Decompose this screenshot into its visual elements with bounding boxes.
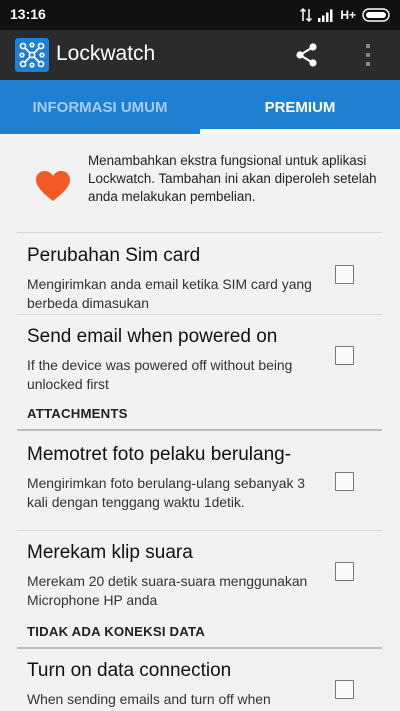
tab-premium[interactable]: PREMIUM — [200, 80, 400, 134]
pref-title: Send email when powered on — [27, 326, 278, 347]
pref-summary: When sending emails and turn off when — [27, 691, 271, 707]
pref-sim-change[interactable]: Perubahan Sim card Mengirimkan anda emai… — [0, 245, 400, 313]
pref-record-audio-checkbox[interactable] — [335, 562, 354, 581]
preference-list[interactable]: Menambahkan ekstra fungsional untuk apli… — [0, 134, 400, 711]
app-title: Lockwatch — [56, 42, 156, 65]
tab-informasi-umum[interactable]: INFORMASI UMUM — [0, 80, 200, 134]
overflow-menu-button[interactable] — [360, 41, 376, 69]
section-header-attachments: ATTACHMENTS — [27, 406, 128, 421]
pref-summary: Mengirimkan foto berulang-ulang sebanyak… — [27, 475, 305, 510]
divider — [17, 530, 382, 531]
pref-title: Memotret foto pelaku berulang- — [27, 444, 292, 465]
section-divider — [17, 429, 382, 431]
lockwatch-app-icon — [15, 38, 49, 72]
overflow-menu-icon — [366, 44, 370, 66]
pref-summary: Merekam 20 detik suara-suara menggunakan… — [27, 573, 308, 608]
data-arrows-icon — [300, 8, 313, 22]
pref-summary: If the device was powered off without be… — [27, 357, 293, 392]
heart-icon — [36, 171, 70, 201]
battery-icon — [362, 8, 390, 22]
pref-title: Turn on data connection — [27, 660, 232, 681]
pref-title: Merekam klip suara — [27, 542, 193, 563]
pref-turn-on-data[interactable]: Turn on data connection When sending ema… — [0, 660, 400, 711]
status-time: 13:16 — [10, 6, 46, 22]
tab-label: INFORMASI UMUM — [32, 98, 168, 116]
divider — [17, 314, 382, 315]
tab-label: PREMIUM — [264, 98, 336, 116]
share-icon — [296, 43, 317, 67]
pref-powered-on-email-checkbox[interactable] — [335, 346, 354, 365]
pref-powered-on-email[interactable]: Send email when powered on If the device… — [0, 326, 400, 394]
pref-title: Perubahan Sim card — [27, 245, 201, 266]
pref-sim-change-checkbox[interactable] — [335, 265, 354, 284]
pref-summary: Mengirimkan anda email ketika SIM card y… — [27, 276, 312, 311]
pref-record-audio[interactable]: Merekam klip suara Merekam 20 detik suar… — [0, 542, 400, 610]
section-header-no-data-connection: TIDAK ADA KONEKSI DATA — [27, 624, 206, 639]
signal-icon — [318, 9, 333, 22]
pref-repeat-photo[interactable]: Memotret foto pelaku berulang- Mengirimk… — [0, 444, 400, 528]
section-divider — [17, 647, 382, 649]
app-bar: Lockwatch — [0, 30, 400, 80]
divider — [17, 232, 382, 233]
share-button[interactable] — [294, 42, 320, 68]
premium-intro-text: Menambahkan ekstra fungsional untuk apli… — [88, 153, 377, 204]
status-bar: 13:16 H+ — [0, 0, 400, 30]
premium-intro: Menambahkan ekstra fungsional untuk apli… — [0, 134, 400, 232]
pref-repeat-photo-checkbox[interactable] — [335, 472, 354, 491]
pref-turn-on-data-checkbox[interactable] — [335, 680, 354, 699]
network-type: H+ — [340, 8, 356, 22]
status-icons: H+ — [300, 7, 392, 23]
tab-bar: INFORMASI UMUM PREMIUM — [0, 80, 400, 134]
